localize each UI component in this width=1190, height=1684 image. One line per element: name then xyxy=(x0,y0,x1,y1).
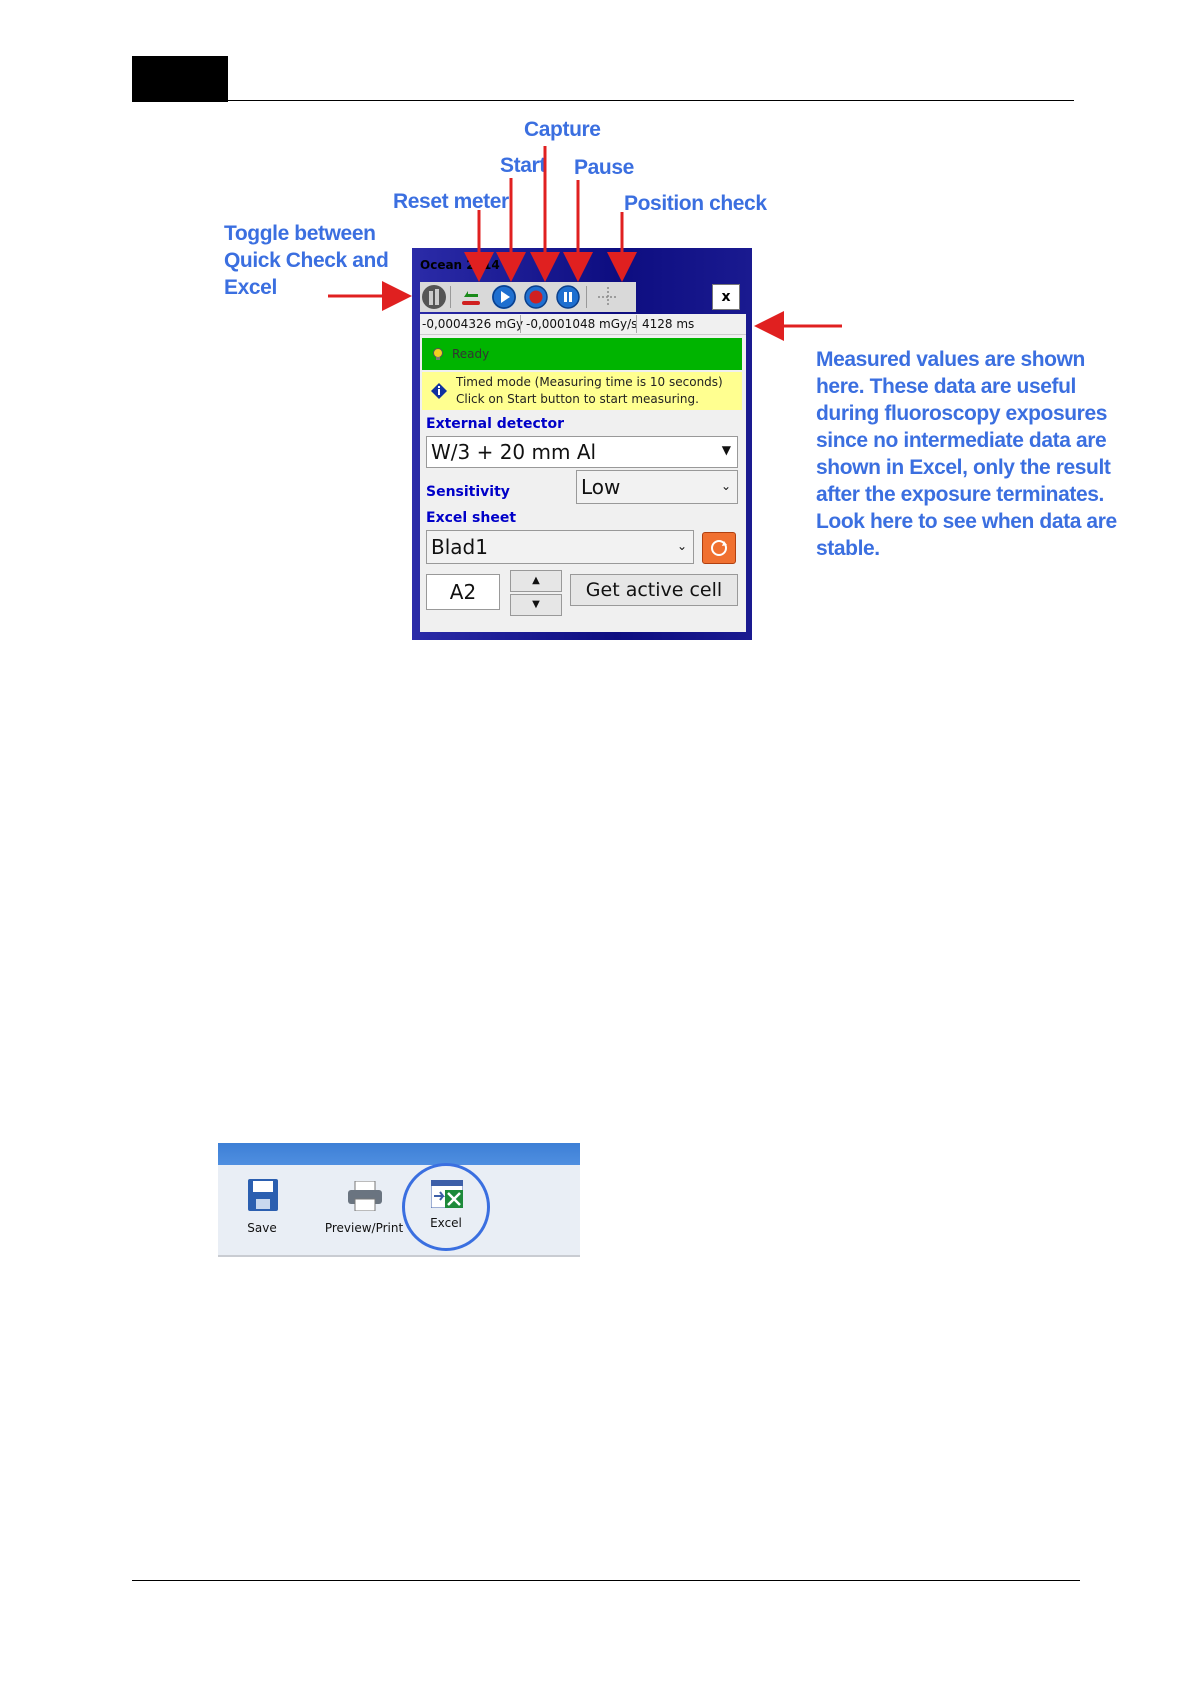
save-label: Save xyxy=(247,1221,277,1235)
excel-button[interactable]: Excel xyxy=(402,1163,490,1251)
preview-print-button[interactable]: Preview/Print xyxy=(316,1179,412,1243)
annotation-arrows xyxy=(328,146,842,341)
floppy-disk-icon xyxy=(248,1179,278,1211)
printer-icon xyxy=(348,1181,382,1211)
save-button[interactable]: Save xyxy=(238,1179,286,1243)
preview-print-label: Preview/Print xyxy=(324,1221,404,1235)
ribbon-title-strip xyxy=(218,1143,580,1165)
excel-label: Excel xyxy=(430,1216,462,1230)
ribbon-toolbar: Save Preview/Print Excel xyxy=(218,1143,580,1257)
excel-export-icon xyxy=(431,1180,463,1208)
footer-rule xyxy=(132,1580,1080,1581)
